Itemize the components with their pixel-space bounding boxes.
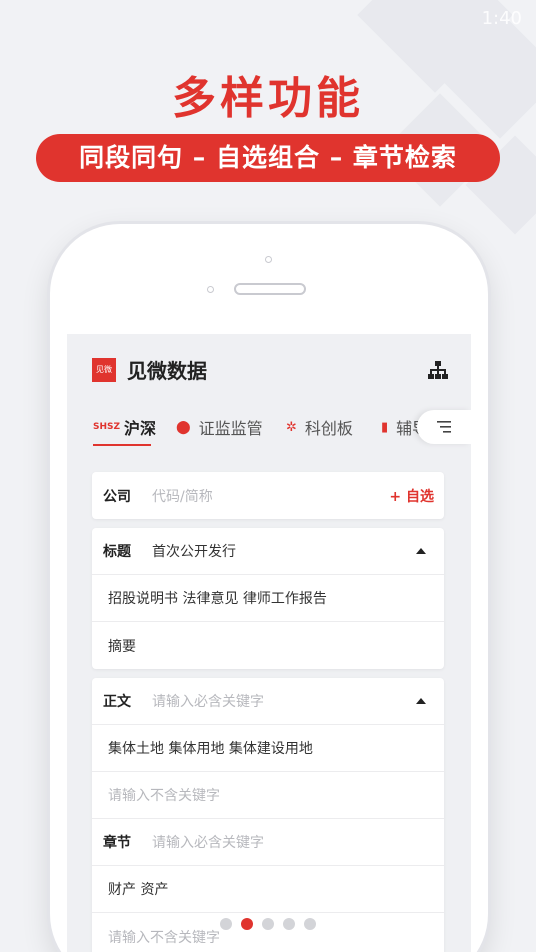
body-include-input[interactable]: 请输入必含关键字 bbox=[152, 691, 264, 711]
body-exclude-row[interactable]: 请输入不含关键字 bbox=[92, 772, 444, 819]
app-logo: 见微 bbox=[92, 358, 116, 382]
active-tab-indicator bbox=[93, 444, 151, 446]
company-card: 公司 代码/简称 + 自选 bbox=[92, 472, 444, 519]
promo-banner: 同段同句 – 自选组合 – 章节检索 bbox=[36, 134, 500, 182]
body-row[interactable]: 正文 请输入必含关键字 bbox=[92, 678, 444, 725]
sensor-dot bbox=[207, 286, 214, 293]
tab-label: 沪深 bbox=[124, 419, 157, 438]
page-dot-active[interactable] bbox=[241, 918, 253, 930]
front-camera bbox=[265, 256, 272, 263]
body-label: 正文 bbox=[103, 694, 131, 710]
page-indicator bbox=[0, 918, 536, 930]
title-chips-row[interactable]: 招股说明书 法律意见 律师工作报告 bbox=[92, 575, 444, 622]
title-chips[interactable]: 招股说明书 法律意见 律师工作报告 bbox=[92, 588, 327, 608]
page-dot[interactable] bbox=[220, 918, 232, 930]
body-card: 正文 请输入必含关键字 集体土地 集体用地 集体建设用地 请输入不含关键字 章节… bbox=[92, 678, 444, 952]
tabs-more-button[interactable] bbox=[417, 410, 471, 444]
shield-icon: ⬤ bbox=[176, 419, 191, 435]
shsz-icon: SHSZ bbox=[93, 422, 121, 432]
chapter-keywords-row[interactable]: 财产 资产 bbox=[92, 866, 444, 913]
title-input[interactable]: 首次公开发行 bbox=[152, 541, 236, 561]
company-input[interactable]: 代码/简称 bbox=[152, 486, 213, 506]
summary-row[interactable]: 摘要 bbox=[92, 622, 444, 669]
app-header: 见微 见微数据 bbox=[67, 334, 471, 404]
chapter-label: 章节 bbox=[103, 835, 131, 851]
tab-hushen[interactable]: SHSZ 沪深 bbox=[93, 410, 156, 444]
title-label: 标题 bbox=[103, 544, 131, 560]
tab-star-market[interactable]: ✲ 科创板 bbox=[286, 410, 353, 444]
phone-mockup: 见微 见微数据 SHSZ 沪深 ⬤ 证监监管 ✲ 科创板 ▮ 辅导 公司 代码/… bbox=[50, 224, 488, 952]
app-title: 见微数据 bbox=[127, 359, 207, 383]
title-row[interactable]: 标题 首次公开发行 bbox=[92, 528, 444, 575]
company-row[interactable]: 公司 代码/简称 + 自选 bbox=[92, 472, 444, 519]
document-icon: ▮ bbox=[381, 419, 389, 435]
add-watchlist-button[interactable]: + 自选 bbox=[389, 486, 434, 506]
collapse-caret-icon[interactable] bbox=[416, 698, 426, 704]
menu-lines-icon bbox=[437, 421, 451, 433]
body-keywords[interactable]: 集体土地 集体用地 集体建设用地 bbox=[92, 738, 313, 758]
body-keywords-row[interactable]: 集体土地 集体用地 集体建设用地 bbox=[92, 725, 444, 772]
sitemap-icon[interactable] bbox=[428, 360, 448, 380]
page-dot[interactable] bbox=[283, 918, 295, 930]
promo-headline: 多样功能 bbox=[172, 73, 364, 124]
status-time: 1:40 bbox=[481, 8, 522, 29]
phone-screen: 见微 见微数据 SHSZ 沪深 ⬤ 证监监管 ✲ 科创板 ▮ 辅导 公司 代码/… bbox=[67, 334, 471, 952]
chapter-row[interactable]: 章节 请输入必含关键字 bbox=[92, 819, 444, 866]
tab-regulation[interactable]: ⬤ 证监监管 bbox=[176, 410, 263, 444]
title-card: 标题 首次公开发行 招股说明书 法律意见 律师工作报告 摘要 bbox=[92, 528, 444, 669]
chapter-include-input[interactable]: 请输入必含关键字 bbox=[152, 832, 264, 852]
gear-icon: ✲ bbox=[286, 419, 297, 435]
category-tabs: SHSZ 沪深 ⬤ 证监监管 ✲ 科创板 ▮ 辅导 bbox=[67, 410, 471, 450]
company-label: 公司 bbox=[103, 488, 131, 505]
summary-option[interactable]: 摘要 bbox=[92, 636, 136, 656]
tab-label: 证监监管 bbox=[198, 419, 263, 438]
collapse-caret-icon[interactable] bbox=[416, 548, 426, 554]
page-dot[interactable] bbox=[304, 918, 316, 930]
chapter-keywords[interactable]: 财产 资产 bbox=[92, 879, 168, 899]
earpiece-speaker bbox=[234, 283, 306, 295]
page-dot[interactable] bbox=[262, 918, 274, 930]
body-exclude-input[interactable]: 请输入不含关键字 bbox=[92, 785, 220, 805]
tab-label: 科创板 bbox=[304, 419, 353, 438]
